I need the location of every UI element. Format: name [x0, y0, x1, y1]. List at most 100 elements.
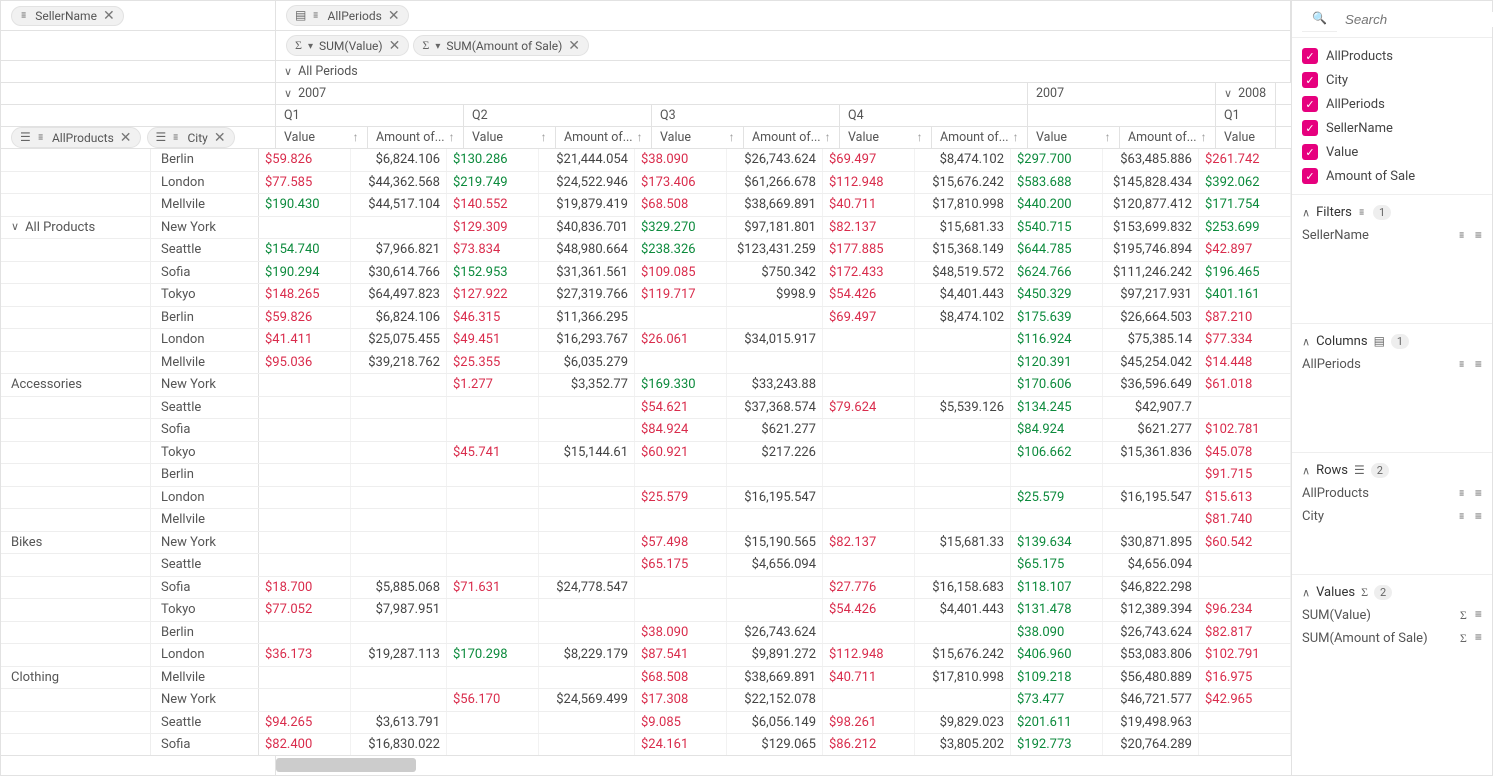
checkbox-icon[interactable] [1302, 96, 1318, 112]
chevron-down-icon[interactable] [11, 220, 19, 234]
colhead-measure[interactable]: Value [840, 127, 932, 148]
row-category[interactable] [1, 284, 151, 306]
checkbox-icon[interactable] [1302, 168, 1318, 184]
checkbox-icon[interactable] [1302, 72, 1318, 88]
close-icon[interactable]: ✕ [103, 9, 115, 23]
row-category[interactable] [1, 644, 151, 666]
section-head-rows[interactable]: Rows 2 [1302, 459, 1482, 482]
chevron-down-icon[interactable] [1302, 206, 1310, 220]
colhead-measure[interactable]: Amount of... [1120, 127, 1216, 148]
colhead-q2[interactable]: Q2 [464, 105, 652, 126]
colhead-q4[interactable]: Q4 [840, 105, 1028, 126]
row-city[interactable]: Berlin [151, 307, 258, 329]
colhead-measure[interactable]: Value [1216, 127, 1276, 148]
menu-icon[interactable] [1475, 358, 1482, 372]
row-category[interactable] [1, 329, 151, 351]
dropzone-filters[interactable]: SellerName ✕ [1, 1, 276, 30]
row-city[interactable]: New York [151, 689, 258, 711]
sigma-icon[interactable] [1460, 608, 1467, 623]
row-city[interactable]: Berlin [151, 464, 258, 486]
menu-icon[interactable] [1475, 510, 1482, 524]
section-item[interactable]: City [1302, 505, 1482, 528]
row-city[interactable]: London [151, 329, 258, 351]
chip-sum-value[interactable]: SUM(Value) ✕ [286, 35, 409, 56]
hscroll[interactable] [1, 755, 1291, 775]
menu-icon[interactable] [1475, 229, 1482, 243]
chevron-down-icon[interactable] [284, 65, 292, 79]
chevron-down-icon[interactable] [308, 39, 313, 53]
row-category[interactable]: All Products [1, 217, 151, 239]
close-icon[interactable]: ✕ [568, 39, 580, 53]
menu-icon[interactable] [1475, 608, 1482, 623]
colhead-q1[interactable]: Q1 [276, 105, 464, 126]
field-checkbox[interactable]: SellerName [1302, 116, 1482, 140]
row-category[interactable] [1, 734, 151, 755]
row-category[interactable] [1, 509, 151, 531]
checkbox-icon[interactable] [1302, 144, 1318, 160]
row-category[interactable] [1, 307, 151, 329]
sort-asc-icon[interactable] [1104, 131, 1111, 145]
close-icon[interactable]: ✕ [389, 39, 401, 53]
colhead-measure[interactable]: Value [464, 127, 556, 148]
sort-asc-icon[interactable] [352, 131, 359, 145]
field-checkbox[interactable]: AllPeriods [1302, 92, 1482, 116]
section-head-columns[interactable]: Columns 1 [1302, 330, 1482, 353]
row-category[interactable] [1, 419, 151, 441]
section-item[interactable]: AllProducts [1302, 482, 1482, 505]
chevron-down-icon[interactable] [435, 39, 440, 53]
sort-asc-icon[interactable] [824, 131, 831, 145]
close-icon[interactable]: ✕ [214, 131, 226, 145]
chevron-down-icon[interactable] [1224, 87, 1232, 101]
colhead-2008[interactable]: 2008 [1216, 83, 1276, 104]
row-category[interactable] [1, 262, 151, 284]
row-city[interactable]: Sofia [151, 262, 258, 284]
row-category[interactable] [1, 622, 151, 644]
colhead-measure[interactable]: Amount of... [932, 127, 1028, 148]
sort-asc-icon[interactable] [1200, 131, 1207, 145]
row-category[interactable] [1, 487, 151, 509]
row-city[interactable]: New York [151, 217, 258, 239]
row-city[interactable]: Sofia [151, 419, 258, 441]
row-city[interactable]: Mellvile [151, 667, 258, 689]
colhead-measure[interactable]: Value [1028, 127, 1120, 148]
sort-asc-icon[interactable] [448, 131, 455, 145]
row-category[interactable] [1, 239, 151, 261]
row-city[interactable]: Mellvile [151, 194, 258, 216]
sort-asc-icon[interactable] [540, 131, 547, 145]
field-checkbox[interactable]: AllProducts [1302, 44, 1482, 68]
close-icon[interactable]: ✕ [388, 9, 400, 23]
row-city[interactable]: Berlin [151, 149, 258, 171]
filter-icon[interactable] [1458, 229, 1467, 243]
row-category[interactable] [1, 464, 151, 486]
row-category[interactable]: Clothing [1, 667, 151, 689]
dropzone-columns[interactable]: AllPeriods ✕ [276, 1, 1291, 30]
row-city[interactable]: London [151, 644, 258, 666]
row-city[interactable]: Seattle [151, 397, 258, 419]
checkbox-icon[interactable] [1302, 48, 1318, 64]
colhead-measure[interactable]: Value [276, 127, 368, 148]
row-city[interactable]: New York [151, 532, 258, 554]
chip-sum-amount[interactable]: SUM(Amount of Sale) ✕ [413, 35, 589, 56]
row-category[interactable] [1, 442, 151, 464]
row-category[interactable] [1, 554, 151, 576]
row-category[interactable] [1, 172, 151, 194]
row-city[interactable]: Tokyo [151, 599, 258, 621]
hscroll-thumb[interactable] [276, 758, 416, 772]
row-category[interactable] [1, 352, 151, 374]
field-checkbox[interactable]: Amount of Sale [1302, 164, 1482, 188]
row-city[interactable]: Seattle [151, 712, 258, 734]
row-city[interactable]: Sofia [151, 734, 258, 755]
filter-icon[interactable] [1458, 510, 1467, 524]
row-city[interactable]: London [151, 172, 258, 194]
sigma-icon[interactable] [1460, 631, 1467, 646]
row-city[interactable]: Tokyo [151, 442, 258, 464]
colhead-measure[interactable]: Amount of... [744, 127, 840, 148]
row-category[interactable] [1, 577, 151, 599]
section-head-values[interactable]: Values 2 [1302, 581, 1482, 604]
field-checkbox[interactable]: Value [1302, 140, 1482, 164]
menu-icon[interactable] [1475, 631, 1482, 646]
chevron-down-icon[interactable] [1302, 335, 1310, 349]
search-input[interactable] [1345, 12, 1493, 27]
colhead-allperiods-cell[interactable]: All Periods [276, 61, 1291, 82]
filter-icon[interactable] [1458, 487, 1467, 501]
